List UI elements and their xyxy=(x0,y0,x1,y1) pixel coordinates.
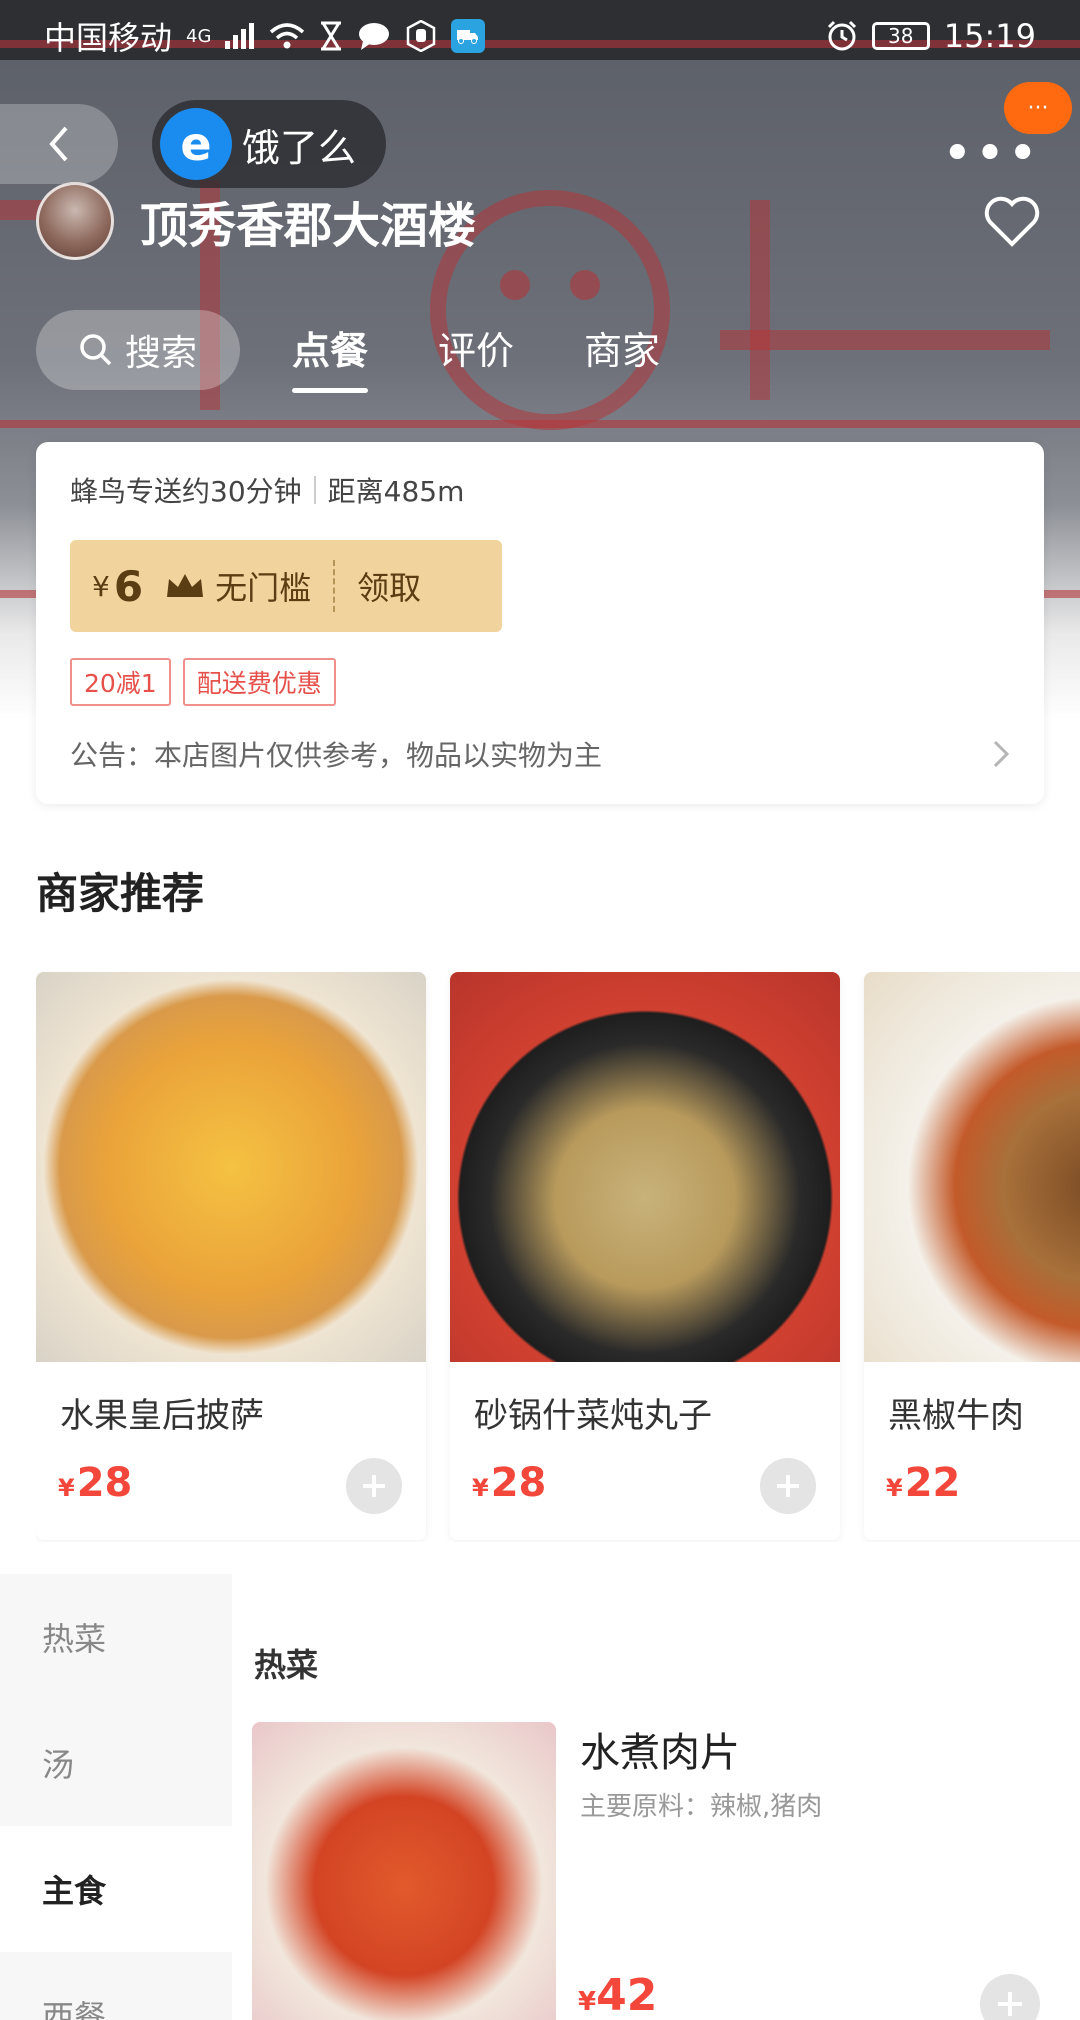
battery-icon: 38 xyxy=(871,22,930,50)
promo-tags: 20减1 配送费优惠 xyxy=(70,658,1010,706)
coupon-banner[interactable]: ¥ 6 无门槛 领取 xyxy=(70,540,502,632)
clock: 15:19 xyxy=(943,17,1036,55)
store-name: 顶秀香郡大酒楼 xyxy=(140,198,477,254)
app-badge[interactable]: e 饿了么 xyxy=(152,100,387,188)
dish-name: 水果皇后披萨 xyxy=(60,1396,264,1436)
crown-icon xyxy=(167,574,204,597)
recommended-dish-card[interactable]: 水果皇后披萨 ¥28 xyxy=(36,972,426,1540)
add-to-cart-button[interactable] xyxy=(346,1458,402,1514)
dish-price: ¥28 xyxy=(58,1460,133,1506)
carrier-label: 中国移动 xyxy=(44,19,173,57)
recommendation-carousel[interactable]: 水果皇后披萨 ¥28 砂锅什菜炖丸子 ¥28 黑椒牛肉 ¥22 xyxy=(36,972,1080,1542)
dish-name: 黑椒牛肉 xyxy=(888,1396,1024,1436)
category-item[interactable]: 西餐 xyxy=(0,1952,232,2020)
delivery-info: 蜂鸟专送约30分钟 距离485m xyxy=(70,470,1010,510)
category-item[interactable]: 热菜 xyxy=(0,1574,232,1700)
category-item[interactable]: 汤 xyxy=(0,1700,232,1826)
store-page: 中国移动 4G 38 15:19 e 饿了么 ··· ••• 顶秀香郡大酒楼 搜… xyxy=(0,0,1080,2020)
dish-image[interactable] xyxy=(252,1722,556,2020)
add-to-cart-button[interactable] xyxy=(980,1974,1040,2020)
search-label: 搜索 xyxy=(124,333,197,374)
coupon-currency: ¥ xyxy=(92,569,110,603)
tab-order[interactable]: 点餐 xyxy=(292,320,369,393)
dish-price: ¥42 xyxy=(578,1970,658,2020)
delivery-time: 蜂鸟专送约30分钟 xyxy=(70,475,302,508)
dish-ingredients: 主要原料：辣椒,猪肉 xyxy=(580,1792,823,1822)
status-bar: 中国移动 4G 38 15:19 xyxy=(0,0,1080,72)
menu-section-title: 热菜 xyxy=(254,1646,319,1684)
banner-letter-stroke xyxy=(720,330,1050,350)
promo-tag: 20减1 xyxy=(70,658,171,706)
tab-merchant[interactable]: 商家 xyxy=(584,320,660,393)
dish-price: ¥22 xyxy=(886,1460,961,1506)
search-button[interactable]: 搜索 xyxy=(36,310,240,390)
hand-icon xyxy=(407,20,436,52)
status-bar-right: 38 15:19 xyxy=(826,17,1036,55)
tab-reviews[interactable]: 评价 xyxy=(438,320,514,393)
store-notice[interactable]: 公告：本店图片仅供参考，物品以实物为主 xyxy=(70,734,1010,774)
coupon-amount: 6 xyxy=(113,561,144,611)
plus-icon xyxy=(777,1475,799,1497)
truck-icon xyxy=(451,19,486,53)
chevron-right-icon xyxy=(993,740,1010,768)
network-type-label: 4G xyxy=(186,25,212,47)
message-icon xyxy=(359,23,390,50)
coupon-condition: 无门槛 xyxy=(215,569,312,607)
category-sidebar: 热菜 汤 主食 西餐 xyxy=(0,1574,232,2020)
alarm-icon xyxy=(827,20,856,51)
recommended-dish-card[interactable]: 砂锅什菜炖丸子 ¥28 xyxy=(450,972,840,1540)
wifi-icon xyxy=(270,23,305,49)
recommended-dish-card[interactable]: 黑椒牛肉 ¥22 xyxy=(864,972,1080,1540)
add-to-cart-button[interactable] xyxy=(760,1458,816,1514)
notice-text: 公告：本店图片仅供参考，物品以实物为主 xyxy=(70,739,603,772)
plus-icon xyxy=(998,1992,1022,2016)
promo-tag: 配送费优惠 xyxy=(182,658,336,706)
banner-letter-stroke xyxy=(750,200,770,400)
dish-image xyxy=(450,972,840,1362)
status-bar-left: 中国移动 4G xyxy=(44,13,486,59)
recommendation-title: 商家推荐 xyxy=(36,869,205,918)
dish-image xyxy=(36,972,426,1362)
hourglass-icon xyxy=(321,21,342,51)
store-header: 顶秀香郡大酒楼 xyxy=(36,182,476,260)
coupon-divider xyxy=(333,560,336,612)
plus-icon xyxy=(363,1475,385,1497)
dish-image xyxy=(864,972,1080,1362)
favorite-heart-icon[interactable] xyxy=(984,196,1040,248)
eleme-logo-icon: e xyxy=(160,108,232,180)
store-info-card: 蜂鸟专送约30分钟 距离485m ¥ 6 无门槛 领取 20减1 配送费优惠 公… xyxy=(36,442,1044,804)
signal-icon xyxy=(225,23,255,49)
claim-coupon-button[interactable]: 领取 xyxy=(357,563,421,609)
app-name: 饿了么 xyxy=(242,125,357,170)
divider xyxy=(313,476,316,504)
banner-smiley-eye xyxy=(500,270,530,300)
distance: 距离485m xyxy=(327,475,465,508)
back-button[interactable] xyxy=(0,104,118,184)
banner-smiley-eye xyxy=(570,270,600,300)
dish-price: ¥28 xyxy=(472,1460,547,1506)
notification-badge[interactable]: ··· xyxy=(1004,82,1072,134)
search-icon xyxy=(80,334,112,366)
store-avatar[interactable] xyxy=(36,182,114,260)
category-item-active[interactable]: 主食 xyxy=(0,1826,232,1952)
chevron-left-icon xyxy=(49,126,68,162)
store-tabs: 点餐 评价 商家 xyxy=(292,320,660,393)
dish-name: 砂锅什菜炖丸子 xyxy=(474,1396,712,1436)
dish-name: 水煮肉片 xyxy=(580,1730,740,1776)
